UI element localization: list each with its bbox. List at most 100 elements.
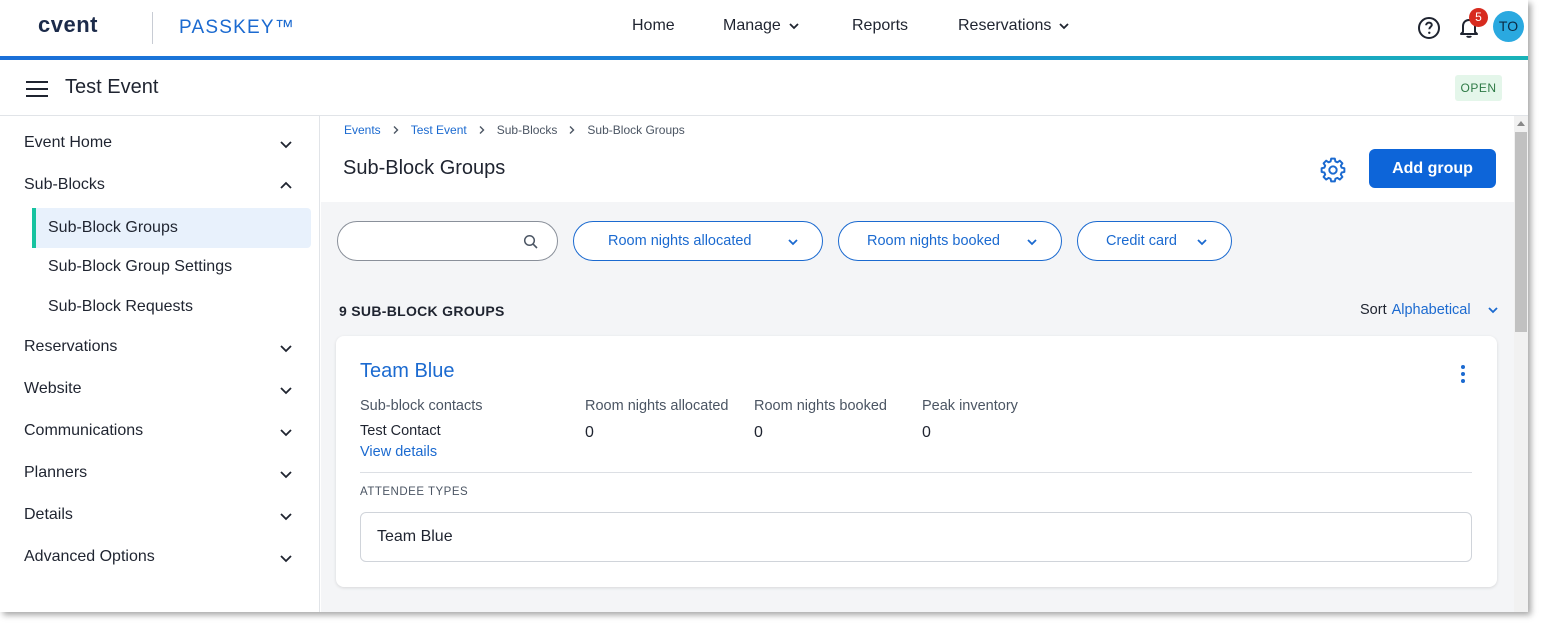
nav-reservations[interactable]: Reservations xyxy=(958,17,1071,35)
breadcrumb-sub-blocks: Sub-Blocks xyxy=(496,123,558,137)
chevron-down-icon xyxy=(280,345,292,353)
sidebar-subitem-sub-block-groups[interactable]: Sub-Block Groups xyxy=(32,208,311,248)
filter-label: Room nights booked xyxy=(867,233,1000,249)
chevron-down-icon xyxy=(280,429,292,437)
chevron-down-icon xyxy=(1487,307,1498,314)
search-field[interactable] xyxy=(337,221,558,261)
search-icon xyxy=(523,234,538,249)
sidebar-item-label: Website xyxy=(24,380,82,397)
nav-manage-label: Manage xyxy=(723,17,781,34)
status-badge: OPEN xyxy=(1455,75,1502,101)
sidebar-item-planners[interactable]: Planners xyxy=(24,453,300,493)
sidebar-item-label: Communications xyxy=(24,422,144,439)
attendee-types-label: ATTENDEE TYPES xyxy=(360,486,469,498)
sidebar-item-reservations[interactable]: Reservations xyxy=(24,327,300,367)
sidebar-item-advanced-options[interactable]: Advanced Options xyxy=(24,537,300,577)
chevron-down-icon xyxy=(1197,239,1207,246)
results-count: 9 SUB-BLOCK GROUPS xyxy=(339,303,505,319)
allocated-value: 0 xyxy=(585,424,594,441)
group-title-link[interactable]: Team Blue xyxy=(360,360,455,383)
product-name: PASSKEY™ xyxy=(179,17,295,38)
allocated-label: Room nights allocated xyxy=(585,398,729,414)
chevron-down-icon xyxy=(280,141,292,149)
booked-label: Room nights booked xyxy=(754,398,887,414)
breadcrumb-sub-block-groups: Sub-Block Groups xyxy=(587,123,685,137)
logo-divider xyxy=(152,12,153,44)
chevron-down-icon xyxy=(280,555,292,563)
chevron-down-icon xyxy=(788,239,798,246)
sidebar-item-label: Advanced Options xyxy=(24,548,155,565)
sidebar-item-label: Planners xyxy=(24,464,88,481)
nav-home-label: Home xyxy=(632,17,675,34)
nav-home[interactable]: Home xyxy=(632,17,675,35)
event-header: Test Event OPEN xyxy=(0,60,1528,116)
sidebar-subitem-label: Sub-Block Groups xyxy=(48,219,178,236)
sidebar-item-label: Reservations xyxy=(24,338,118,355)
chevron-down-icon xyxy=(1027,239,1037,246)
nav-reservations-label: Reservations xyxy=(958,17,1052,34)
scroll-up-arrow-icon[interactable] xyxy=(1517,121,1525,126)
filter-room-nights-allocated[interactable]: Room nights allocated xyxy=(573,221,823,261)
filter-label: Room nights allocated xyxy=(608,233,752,249)
chevron-up-icon xyxy=(280,181,292,189)
peak-label: Peak inventory xyxy=(922,398,1018,414)
sidebar-item-website[interactable]: Website xyxy=(24,369,300,409)
event-title: Test Event xyxy=(65,76,159,98)
main-content: Events Test Event Sub-Blocks Sub-Block G… xyxy=(321,116,1514,612)
sort-control[interactable]: Sort Alphabetical xyxy=(1360,302,1500,318)
filter-label: Credit card xyxy=(1106,233,1177,249)
breadcrumb-events[interactable]: Events xyxy=(344,123,381,137)
sidebar-item-event-home[interactable]: Event Home xyxy=(24,123,300,163)
sidebar-subitem-sub-block-requests[interactable]: Sub-Block Requests xyxy=(32,287,311,327)
chevron-down-icon xyxy=(789,23,799,30)
sidebar-item-label: Sub-Blocks xyxy=(24,176,105,193)
chevron-down-icon xyxy=(1059,23,1070,30)
card-divider xyxy=(360,472,1472,473)
page-header: Events Test Event Sub-Blocks Sub-Block G… xyxy=(321,116,1514,202)
cvent-logo[interactable]: cvent xyxy=(38,12,98,38)
gear-icon[interactable] xyxy=(1320,157,1346,183)
chevron-right-icon xyxy=(569,126,575,134)
filter-credit-card[interactable]: Credit card xyxy=(1077,221,1232,261)
search-input[interactable] xyxy=(354,230,524,252)
hamburger-menu-icon[interactable] xyxy=(26,81,48,97)
add-group-button[interactable]: Add group xyxy=(1369,149,1496,188)
nav-reports[interactable]: Reports xyxy=(852,17,908,35)
nav-manage[interactable]: Manage xyxy=(723,17,801,35)
attendee-type-item: Team Blue xyxy=(360,512,1472,562)
contact-name: Test Contact xyxy=(360,423,441,439)
page-title: Sub-Block Groups xyxy=(343,157,506,179)
sidebar-item-sub-blocks[interactable]: Sub-Blocks xyxy=(24,165,300,205)
breadcrumb-test-event[interactable]: Test Event xyxy=(411,123,467,137)
chevron-right-icon xyxy=(393,126,399,134)
sidebar-subitem-sub-block-group-settings[interactable]: Sub-Block Group Settings xyxy=(32,247,311,287)
sidebar-subitem-label: Sub-Block Group Settings xyxy=(48,258,233,275)
scrollbar-thumb[interactable] xyxy=(1515,132,1527,332)
booked-value: 0 xyxy=(754,424,763,441)
sub-block-group-card: Team Blue Sub-block contacts Test Contac… xyxy=(336,336,1497,587)
contacts-label: Sub-block contacts xyxy=(360,398,483,414)
sort-label: Sort xyxy=(1360,302,1387,318)
peak-value: 0 xyxy=(922,424,931,441)
sidebar-item-communications[interactable]: Communications xyxy=(24,411,300,451)
app-window: cvent PASSKEY™ Home Manage Reports Reser… xyxy=(0,0,1528,612)
notification-badge: 5 xyxy=(1469,8,1488,27)
sort-value[interactable]: Alphabetical xyxy=(1392,302,1471,318)
sidebar-item-label: Event Home xyxy=(24,134,113,151)
sidebar-subitem-label: Sub-Block Requests xyxy=(48,298,193,315)
top-navigation: cvent PASSKEY™ Home Manage Reports Reser… xyxy=(0,0,1528,56)
nav-reports-label: Reports xyxy=(852,17,909,34)
vertical-scrollbar[interactable] xyxy=(1514,116,1528,612)
breadcrumb: Events Test Event Sub-Blocks Sub-Block G… xyxy=(344,123,685,137)
more-options-icon[interactable] xyxy=(1459,365,1467,387)
help-icon[interactable] xyxy=(1417,16,1441,40)
avatar[interactable]: TO xyxy=(1493,11,1524,42)
chevron-down-icon xyxy=(280,387,292,395)
sidebar-item-details[interactable]: Details xyxy=(24,495,300,535)
chevron-down-icon xyxy=(280,513,292,521)
sidebar: Event Home Sub-Blocks Sub-Block Groups S… xyxy=(0,116,320,612)
sidebar-item-label: Details xyxy=(24,506,73,523)
attendee-type-label: Team Blue xyxy=(377,528,453,545)
view-details-link[interactable]: View details xyxy=(360,444,437,460)
filter-room-nights-booked[interactable]: Room nights booked xyxy=(838,221,1062,261)
